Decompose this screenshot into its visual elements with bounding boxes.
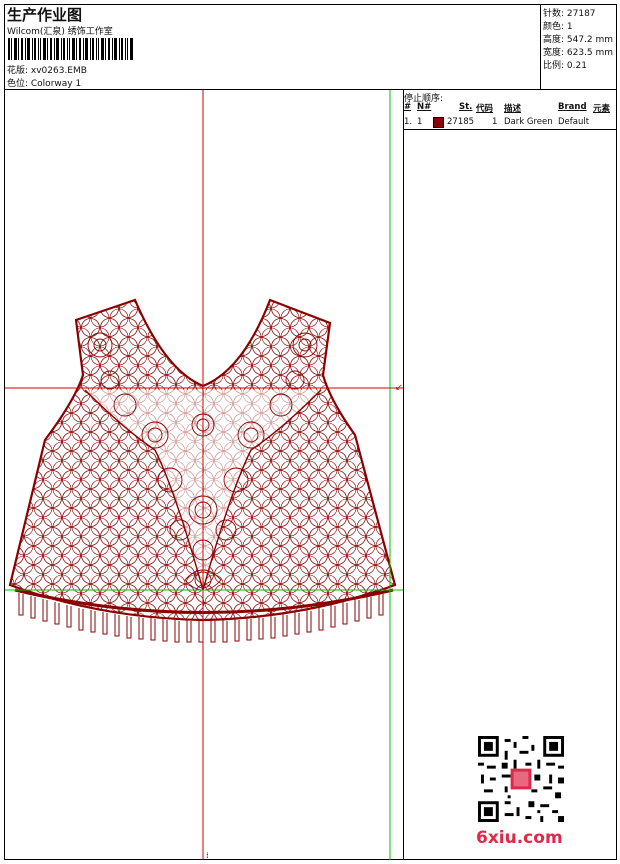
- row-brand: Default: [558, 117, 590, 127]
- col-description: 描述: [504, 104, 522, 114]
- col-needle: N#: [417, 102, 432, 112]
- watermark: 6xiu.com: [476, 828, 563, 848]
- stats-panel: 针数: 27187 颜色: 1 高度: 547.2 mm 宽度: 623.5 m…: [540, 5, 617, 90]
- design-canvas[interactable]: ↙ ⁞: [5, 90, 404, 860]
- colorway-name: 色位: Colorway 1: [7, 79, 82, 89]
- design-name: 花版: xv0263.EMB: [7, 66, 87, 76]
- thread-color-swatch: [433, 117, 444, 128]
- stitch-count: 针数: 27187: [543, 9, 596, 19]
- design-height: 高度: 547.2 mm: [543, 35, 614, 45]
- start-marker-icon: ↙: [395, 383, 403, 393]
- row-description: Dark Green: [504, 117, 553, 127]
- row-stitches: 27185: [447, 117, 475, 127]
- page-title: 生产作业图: [7, 6, 83, 24]
- row-needle: 1: [417, 117, 423, 127]
- col-brand: Brand: [558, 102, 587, 112]
- embroidery-design: ↙ ⁞: [5, 90, 403, 860]
- col-stitches: St.: [459, 102, 473, 112]
- row-index: 1.: [404, 117, 413, 127]
- row-code: 1: [492, 117, 498, 127]
- col-element: 元素: [593, 104, 611, 114]
- production-worksheet: 生产作业图 Wilcom(汇泉) 绣饰工作室 花版: xv0263.EMB 色位…: [4, 4, 617, 860]
- qr-code: [478, 736, 564, 822]
- design-scale: 比例: 0.21: [543, 61, 587, 71]
- color-count: 颜色: 1: [543, 22, 573, 32]
- divider: [403, 129, 616, 130]
- design-width: 宽度: 623.5 mm: [543, 48, 614, 58]
- barcode: [8, 38, 133, 60]
- col-index: #: [404, 102, 412, 112]
- studio-subtitle: Wilcom(汇泉) 绣饰工作室: [7, 27, 113, 37]
- header-panel: 生产作业图 Wilcom(汇泉) 绣饰工作室 花版: xv0263.EMB 色位…: [5, 5, 540, 90]
- center-marker-icon: ⁞: [206, 851, 209, 860]
- col-code: 代码: [476, 104, 494, 114]
